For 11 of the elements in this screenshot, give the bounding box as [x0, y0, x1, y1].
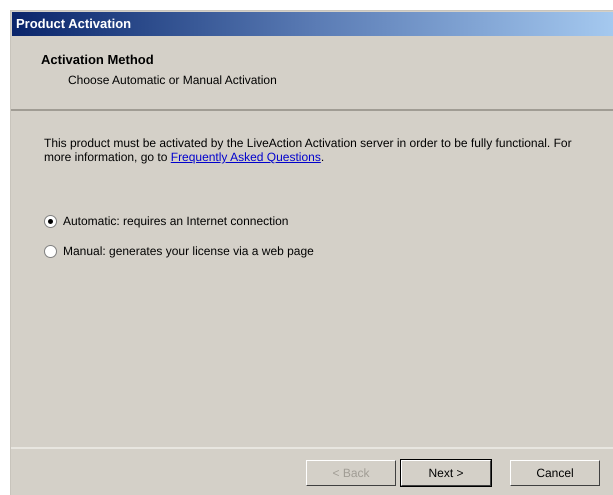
- cancel-button[interactable]: Cancel: [510, 460, 600, 486]
- radio-button[interactable]: [44, 244, 57, 258]
- option-label: Manual: generates your license via a web page: [63, 243, 314, 260]
- option-label: Automatic: requires an Internet connection: [63, 213, 288, 230]
- radio-button[interactable]: [44, 214, 57, 228]
- step-title: Activation Method: [41, 51, 155, 69]
- description-text: This product must be activated by the LiveAction Activation server in order to be fully functional. For more information, go to Frequently Asked Questions.: [44, 136, 573, 164]
- next-button[interactable]: Next >: [401, 460, 491, 486]
- step-subtitle: Choose Automatic or Manual Activation: [68, 72, 278, 88]
- window-title: Product Activation: [12, 12, 613, 36]
- faq-link[interactable]: Frequently Asked Questions: [170, 150, 321, 164]
